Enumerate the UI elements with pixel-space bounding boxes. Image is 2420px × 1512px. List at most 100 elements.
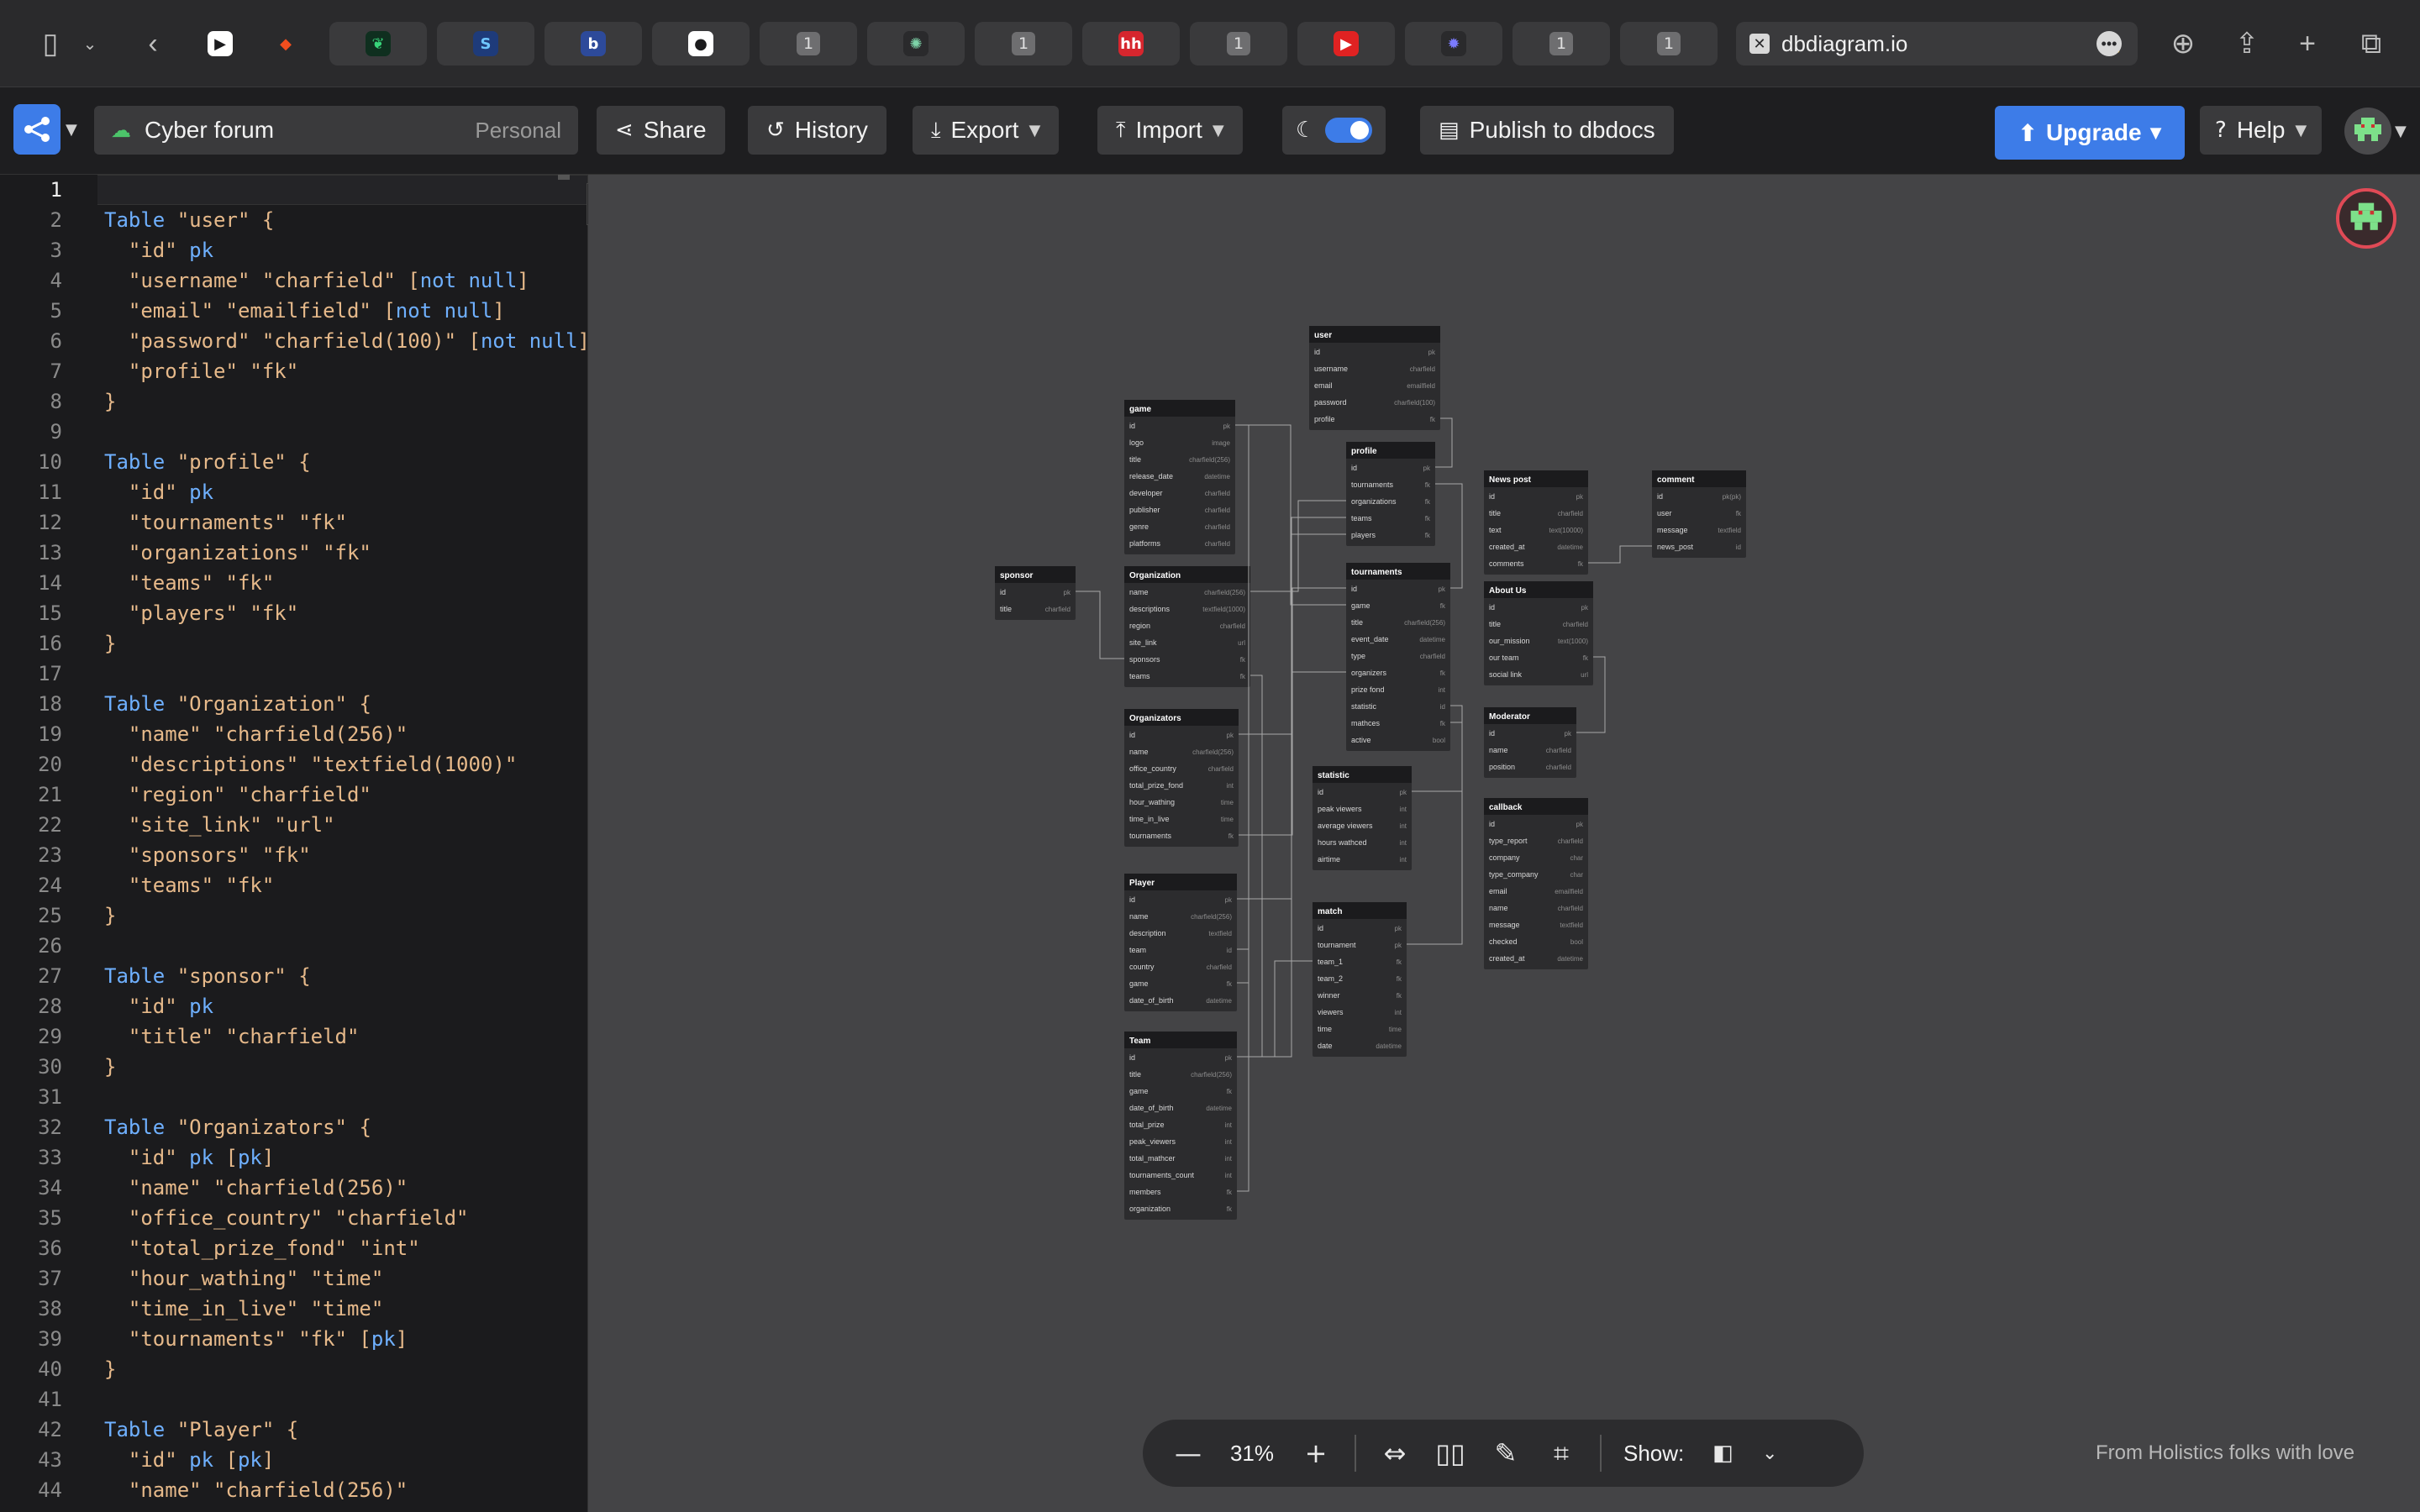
toggle-switch[interactable] — [1325, 118, 1373, 143]
code-line[interactable]: "time_in_live" "time" — [104, 1294, 587, 1324]
editor-scrollbar[interactable] — [558, 175, 570, 180]
code-line[interactable] — [104, 659, 587, 689]
download-icon[interactable]: ⊕ — [2161, 22, 2205, 66]
history-button[interactable]: ↺ History — [748, 106, 886, 155]
code-line[interactable]: Table "user" { — [104, 205, 587, 235]
code-line[interactable]: } — [104, 386, 587, 417]
show-detail-icon[interactable]: ◧ — [1706, 1441, 1739, 1466]
code-line[interactable]: } — [104, 1052, 587, 1082]
relationship-line[interactable] — [1076, 591, 1124, 659]
relationship-line[interactable] — [1235, 424, 1346, 606]
chevron-down-icon[interactable]: ⌄ — [77, 22, 103, 66]
code-line[interactable]: "id" pk — [104, 477, 587, 507]
highlight-pen-icon[interactable]: ✎ — [1489, 1437, 1523, 1469]
code-line[interactable]: "organizations" "fk" — [104, 538, 587, 568]
code-line[interactable]: "site_link" "url" — [104, 810, 587, 840]
code-line[interactable] — [97, 175, 587, 205]
back-icon[interactable]: ‹ — [131, 22, 175, 66]
browser-tab[interactable]: ✹ — [1405, 22, 1502, 66]
code-lines[interactable]: Table "user" { "id" pk "username" "charf… — [97, 175, 587, 1505]
code-line[interactable]: "id" pk — [104, 235, 587, 265]
code-line[interactable]: "id" pk [pk] — [104, 1142, 587, 1173]
table-node[interactable]: game id pk logo image title charfield(256) rele… — [1124, 400, 1235, 554]
browser-tab[interactable]: ▶ — [198, 22, 242, 66]
import-button[interactable]: ⤒ Import ▼ — [1097, 106, 1243, 155]
code-line[interactable]: Table "profile" { — [104, 447, 587, 477]
code-line[interactable]: "teams" "fk" — [104, 870, 587, 900]
new-tab-icon[interactable]: + — [2286, 22, 2329, 66]
active-tab[interactable]: ✕ dbdiagram.io 🔒 — [1736, 22, 2138, 66]
code-line[interactable]: "players" "fk" — [104, 598, 587, 628]
publish-button[interactable]: ▤ Publish to dbdocs — [1420, 106, 1674, 155]
export-button[interactable]: ⤓ Export ▼ — [913, 106, 1060, 155]
code-line[interactable]: "password" "charfield(100)" [not null] — [104, 326, 587, 356]
code-line[interactable]: "descriptions" "textfield(1000)" — [104, 749, 587, 780]
code-line[interactable]: Table "Player" { — [104, 1415, 587, 1445]
table-node[interactable]: Team id pk title charfield(256) game fk date_of… — [1124, 1032, 1237, 1220]
table-node[interactable]: Player id pk name charfield(256) description t… — [1124, 874, 1237, 1011]
dbdiagram-logo-icon[interactable] — [13, 104, 60, 155]
relationship-line[interactable] — [1588, 545, 1652, 564]
browser-tab[interactable]: ◆ — [264, 22, 308, 66]
table-node[interactable]: profile id pk tournaments fk organizations fk t… — [1346, 442, 1435, 546]
browser-tab[interactable]: 1 — [975, 22, 1072, 66]
code-line[interactable]: "hour_wathing" "time" — [104, 1263, 587, 1294]
code-line[interactable]: "tournaments" "fk" — [104, 507, 587, 538]
table-node[interactable]: Organizators id pk name charfield(256) office… — [1124, 709, 1239, 847]
auto-arrange-icon[interactable]: ▯▯ — [1434, 1437, 1467, 1469]
browser-tab[interactable]: 1 — [1512, 22, 1610, 66]
browser-tab[interactable]: 1 — [760, 22, 857, 66]
table-node[interactable]: tournaments id pk game fk title charfield(256)… — [1346, 563, 1450, 751]
code-line[interactable]: "name" "charfield(256)" — [104, 1173, 587, 1203]
fit-to-screen-icon[interactable]: ⇔ — [1378, 1437, 1412, 1469]
table-node[interactable]: comment id pk(pk) user fk message textfield new… — [1652, 470, 1746, 558]
code-line[interactable]: "username" "charfield" [not null] — [104, 265, 587, 296]
code-line[interactable] — [104, 931, 587, 961]
code-editor[interactable]: 1 2 3 4 5 6 7 8 9 10 11 12 13 14 15 16 17 18 19 20 21 22 23 24 2… — [0, 175, 588, 1512]
code-line[interactable]: "email" "emailfield" [not null] — [104, 296, 587, 326]
code-line[interactable]: "total_prize_fond" "int" — [104, 1233, 587, 1263]
table-node[interactable]: Organization name charfield(256) descriptio… — [1124, 566, 1250, 687]
table-node[interactable]: statistic id pk peak viewers int average view… — [1313, 766, 1412, 870]
zoom-in-icon[interactable]: + — [1299, 1437, 1333, 1469]
code-line[interactable]: "office_country" "charfield" — [104, 1203, 587, 1233]
share-button[interactable]: ⋖ Share — [597, 106, 725, 155]
code-line[interactable]: "sponsors" "fk" — [104, 840, 587, 870]
user-avatar[interactable] — [2344, 108, 2391, 155]
chevron-down-icon[interactable]: ⌄ — [1761, 1443, 1778, 1464]
browser-tab[interactable]: ● — [652, 22, 750, 66]
code-line[interactable]: Table "Organizators" { — [104, 1112, 587, 1142]
code-line[interactable] — [104, 1082, 587, 1112]
table-node[interactable]: callback id pk type_report charfield company c… — [1484, 798, 1588, 969]
code-line[interactable]: "title" "charfield" — [104, 1021, 587, 1052]
table-node[interactable]: Moderator id pk name charfield position charfi… — [1484, 707, 1576, 778]
code-line[interactable] — [104, 417, 587, 447]
sidebar-toggle-icon[interactable]: ▯ — [29, 22, 72, 66]
table-node[interactable]: News post id pk title charfield text text(1000… — [1484, 470, 1588, 575]
table-node[interactable]: matchid pktournament pkteam_1 fkteam_2 fkwin… — [1313, 902, 1407, 1057]
code-line[interactable] — [104, 1384, 587, 1415]
zoom-out-icon[interactable]: — — [1171, 1437, 1205, 1469]
relationship-line[interactable] — [1237, 675, 1263, 1058]
code-line[interactable]: } — [104, 628, 587, 659]
collaborator-avatar[interactable] — [2336, 188, 2396, 249]
table-node[interactable]: sponsor id pk title charfield — [995, 566, 1076, 620]
table-node[interactable]: About Us id pk title charfield our_mission tex… — [1484, 581, 1593, 685]
er-diagram[interactable]: userid pkusername charfieldemail emailfield… — [588, 175, 2420, 1512]
browser-tab[interactable]: ▶ — [1297, 22, 1395, 66]
table-node[interactable]: user id pk username charfield email emailfield… — [1309, 326, 1440, 430]
code-line[interactable]: "id" pk [pk] — [104, 1445, 587, 1475]
code-line[interactable]: } — [104, 1354, 587, 1384]
tab-overview-icon[interactable]: ⧉ — [2349, 22, 2393, 66]
dark-mode-toggle[interactable]: ☾ — [1282, 106, 1386, 155]
code-line[interactable]: "region" "charfield" — [104, 780, 587, 810]
code-line[interactable]: "name" "charfield(256)" — [104, 719, 587, 749]
more-options-icon[interactable]: ••• — [2087, 22, 2131, 66]
browser-tab[interactable]: b — [544, 22, 642, 66]
close-tab-icon[interactable]: ✕ — [1749, 34, 1770, 54]
code-line[interactable]: "name" "charfield(256)" — [104, 1475, 587, 1505]
browser-tab[interactable]: 1 — [1620, 22, 1718, 66]
help-button[interactable]: ? Help ▼ — [2200, 106, 2323, 155]
project-name-field[interactable]: ☁ Cyber forum Personal — [94, 106, 578, 155]
relationship-line[interactable] — [1237, 898, 1249, 1192]
